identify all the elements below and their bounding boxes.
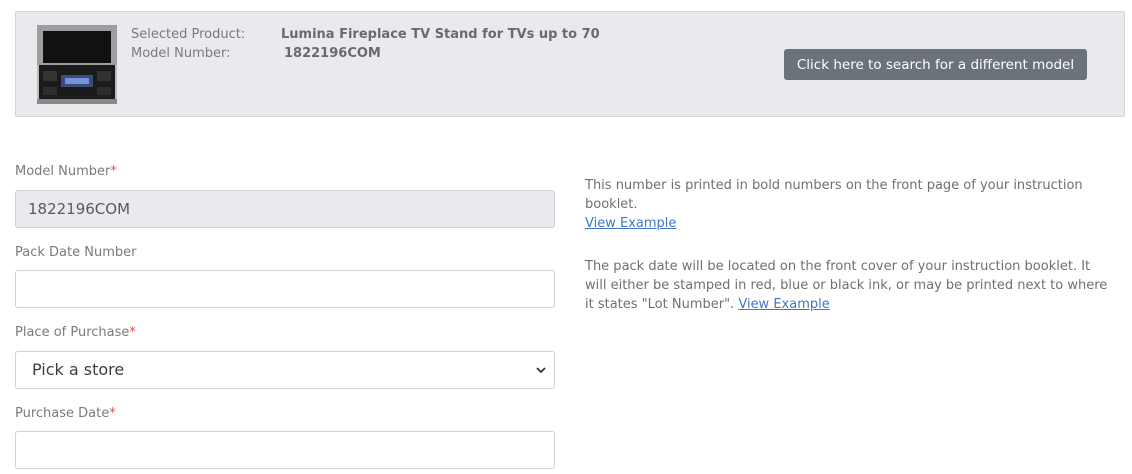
required-asterisk: * (129, 325, 136, 340)
model-number-help-text: This number is printed in bold numbers o… (585, 178, 1083, 212)
pack-date-help-text: The pack date will be located on the fro… (585, 259, 1108, 312)
purchase-date-input[interactable] (15, 431, 555, 469)
product-thumbnail-image (37, 25, 117, 104)
model-number-view-example-link[interactable]: View Example (585, 216, 676, 231)
pack-date-label-text: Pack Date Number (15, 245, 137, 260)
pack-date-view-example-link[interactable]: View Example (738, 297, 829, 312)
model-number-help: This number is printed in bold numbers o… (585, 176, 1115, 233)
model-number-label-text: Model Number (15, 164, 111, 179)
place-of-purchase-select[interactable]: Pick a store (15, 351, 555, 389)
product-labels: Selected Product: Model Number: (131, 25, 245, 63)
pack-date-field-label: Pack Date Number (15, 245, 136, 260)
selected-model-number: 1822196COM (284, 46, 381, 61)
model-number-label: Model Number: (131, 46, 231, 61)
selected-product-panel: Selected Product: Model Number: Lumina F… (15, 11, 1125, 117)
place-of-purchase-label-text: Place of Purchase (15, 325, 130, 340)
place-of-purchase-selected-value: Pick a store (32, 360, 125, 379)
model-number-field-label: Model Number* (15, 164, 117, 179)
selected-product-name: Lumina Fireplace TV Stand for TVs up to … (281, 27, 600, 42)
model-number-input[interactable] (15, 190, 555, 228)
selected-product-label: Selected Product: (131, 27, 246, 42)
chevron-down-icon (536, 367, 546, 374)
required-asterisk: * (109, 406, 116, 421)
purchase-date-label-text: Purchase Date (15, 406, 110, 421)
search-different-model-button[interactable]: Click here to search for a different mod… (784, 49, 1087, 80)
required-asterisk: * (110, 164, 117, 179)
pack-date-help: The pack date will be located on the fro… (585, 257, 1115, 314)
place-of-purchase-field-label: Place of Purchase* (15, 325, 136, 340)
product-values: Lumina Fireplace TV Stand for TVs up to … (281, 25, 600, 63)
pack-date-input[interactable] (15, 270, 555, 308)
purchase-date-field-label: Purchase Date* (15, 406, 116, 421)
